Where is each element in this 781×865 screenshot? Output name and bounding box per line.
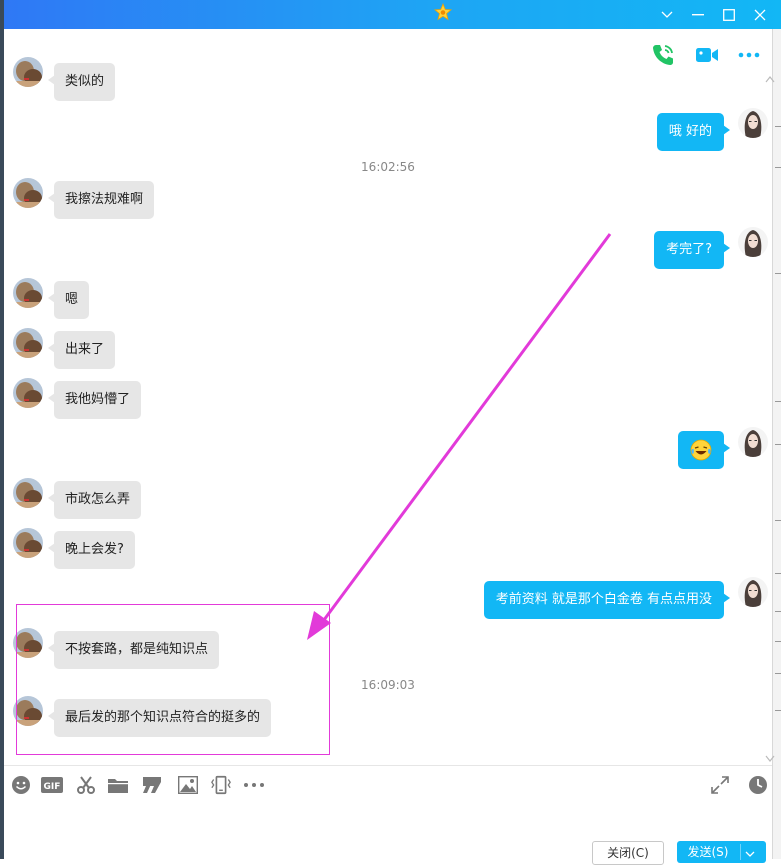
laughing-tears-emoji-icon (690, 439, 712, 461)
svg-text:GIF: GIF (44, 782, 61, 792)
more-options-icon[interactable] (736, 42, 762, 68)
video-call-icon[interactable] (694, 42, 720, 68)
my-avatar[interactable] (738, 577, 768, 607)
message-bubble: 晚上会发? (48, 531, 135, 569)
emoji-icon[interactable] (10, 775, 32, 795)
contact-avatar[interactable] (13, 328, 43, 358)
send-button[interactable]: 发送(S) (677, 841, 766, 863)
message-bubble: 我他妈懵了 (47, 381, 142, 419)
message-bubble: 嗯 (47, 281, 90, 319)
minimize-button[interactable] (683, 0, 713, 29)
shake-window-icon[interactable] (210, 775, 232, 795)
level-star-icon (433, 2, 453, 21)
message-timestamp: 16:02:56 (361, 160, 415, 174)
send-divider (740, 844, 741, 860)
message-bubble: 类似的 (47, 63, 116, 101)
quote-icon[interactable] (141, 775, 163, 795)
folder-icon[interactable] (107, 775, 129, 795)
contact-avatar[interactable] (13, 278, 43, 308)
my-avatar[interactable] (738, 227, 768, 257)
scissors-icon[interactable] (75, 775, 97, 795)
emoji-message-bubble (678, 431, 730, 469)
desktop-edge-left (0, 0, 4, 859)
message-bubble: 出来了 (47, 331, 116, 369)
contact-avatar[interactable] (13, 528, 43, 558)
close-button[interactable]: 关闭(C) (592, 841, 664, 865)
message-bubble: 考完了? (654, 231, 730, 269)
history-clock-icon[interactable] (747, 775, 769, 795)
contact-avatar[interactable] (13, 178, 43, 208)
input-divider (4, 765, 772, 766)
message-bubble: 我擦法规难啊 (47, 181, 155, 219)
my-avatar[interactable] (738, 108, 768, 138)
expand-icon[interactable] (709, 775, 731, 795)
collapse-icon[interactable] (652, 0, 682, 29)
contact-avatar[interactable] (13, 478, 43, 508)
annotation-highlight-box (16, 604, 330, 755)
message-bubble: 考前资料 就是那个白金卷 有点点用没 (483, 581, 731, 619)
send-label: 发送(S) (687, 845, 729, 859)
chat-scroll-up-icon[interactable] (765, 72, 775, 83)
contact-avatar[interactable] (13, 57, 43, 87)
title-bar[interactable] (4, 0, 781, 29)
message-bubble: 哦 好的 (656, 113, 731, 151)
close-window-button[interactable] (745, 0, 775, 29)
phone-call-icon[interactable] (650, 42, 676, 68)
chat-scroll-down-icon[interactable] (765, 752, 775, 762)
my-avatar[interactable] (738, 427, 768, 457)
contact-avatar[interactable] (13, 378, 43, 408)
more-tools-icon[interactable] (243, 775, 265, 795)
desktop-edge-right (772, 29, 781, 859)
message-bubble: 市政怎么弄 (47, 481, 142, 519)
gif-icon[interactable]: GIF (41, 775, 63, 795)
image-icon[interactable] (177, 775, 199, 795)
maximize-button[interactable] (714, 0, 744, 29)
